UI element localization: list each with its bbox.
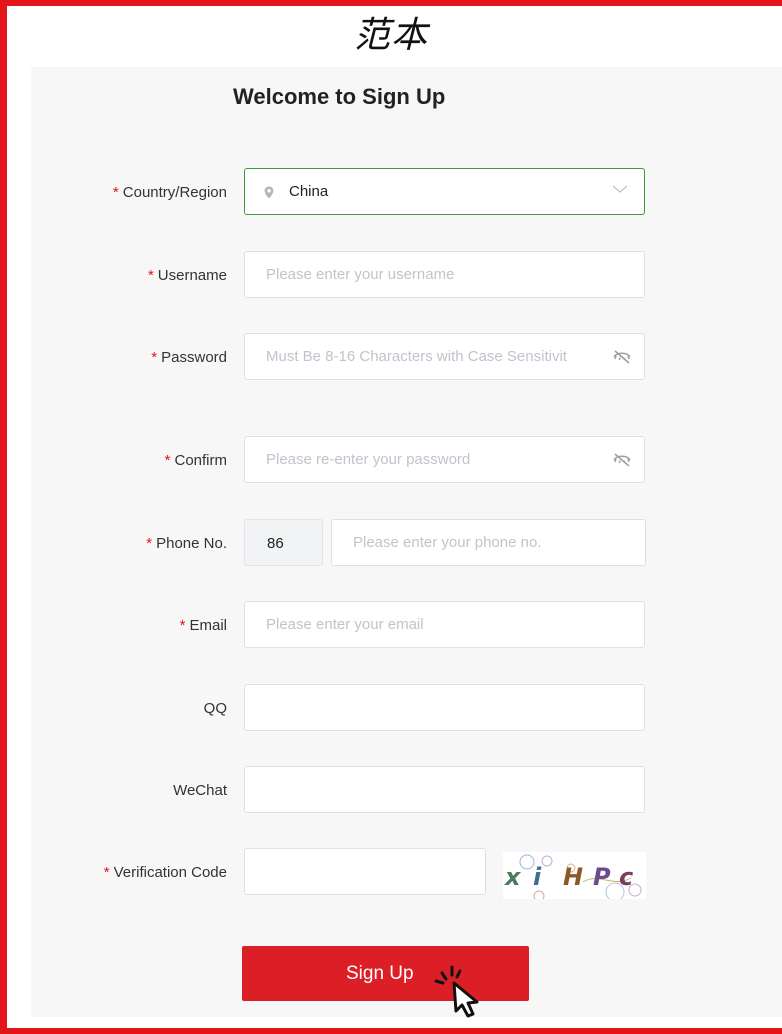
phone-input[interactable]: Please enter your phone no. — [331, 519, 646, 566]
wechat-label: WeChat — [173, 782, 227, 799]
svg-text:i: i — [533, 863, 542, 891]
phone-label: * Phone No. — [146, 535, 227, 552]
eye-hidden-icon[interactable] — [612, 451, 632, 469]
verification-input[interactable] — [244, 848, 486, 895]
corner-title: 范本 — [353, 15, 428, 56]
phone-country-code[interactable]: 86 — [244, 519, 323, 566]
country-label: * Country/Region — [112, 184, 227, 201]
country-value: China — [289, 183, 329, 200]
location-pin-icon — [264, 186, 274, 199]
chevron-down-icon[interactable] — [612, 183, 628, 195]
eye-hidden-icon[interactable] — [612, 348, 632, 366]
required-mark: * — [112, 184, 119, 201]
email-label: * Email — [179, 617, 227, 634]
confirm-password-input[interactable]: Please re-enter your password — [244, 436, 645, 483]
phone-placeholder: Please enter your phone no. — [353, 534, 542, 551]
username-placeholder: Please enter your username — [266, 266, 455, 283]
captcha-image[interactable]: x i H P c — [503, 852, 646, 899]
pointer-cursor-icon — [434, 965, 479, 1018]
confirm-placeholder: Please re-enter your password — [266, 451, 471, 468]
svg-text:H: H — [563, 863, 583, 891]
svg-text:x: x — [504, 863, 522, 891]
sign-up-label: Sign Up — [346, 963, 414, 984]
country-select[interactable]: China — [244, 168, 645, 215]
page-title: Welcome to Sign Up — [233, 84, 446, 109]
username-input[interactable]: Please enter your username — [244, 251, 645, 298]
qq-label: QQ — [203, 700, 227, 717]
password-label: * Password — [151, 349, 227, 366]
svg-text:P: P — [593, 863, 611, 891]
qq-input[interactable] — [244, 684, 645, 731]
password-input[interactable]: Must Be 8-16 Characters with Case Sensit… — [244, 333, 645, 380]
email-input[interactable]: Please enter your email — [244, 601, 645, 648]
wechat-input[interactable] — [244, 766, 645, 813]
email-placeholder: Please enter your email — [266, 616, 424, 633]
username-label: * Username — [147, 267, 227, 284]
svg-text:c: c — [619, 863, 633, 891]
verification-label: * Verification Code — [103, 864, 227, 881]
confirm-label: * Confirm — [164, 452, 227, 469]
password-placeholder: Must Be 8-16 Characters with Case Sensit… — [266, 348, 567, 365]
phone-code-value: 86 — [267, 535, 284, 552]
